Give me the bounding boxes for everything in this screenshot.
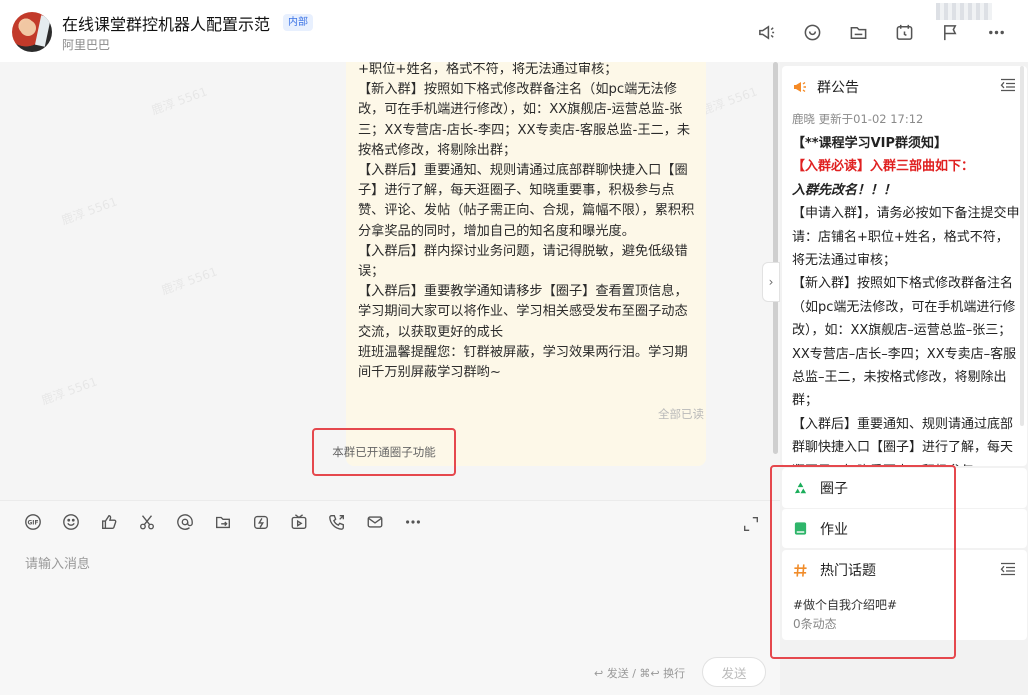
- mail-icon[interactable]: [365, 512, 385, 532]
- expand-icon[interactable]: [741, 514, 761, 534]
- chevron-right-icon: ›: [768, 275, 774, 289]
- watermark: 鹿淳 5561: [699, 84, 760, 118]
- homework-label: 作业: [820, 521, 848, 538]
- topic-count: 0条动态: [793, 617, 837, 631]
- phone-icon[interactable]: [327, 512, 347, 532]
- chat-bubble-icon[interactable]: [802, 22, 822, 42]
- circle-label: 圈子: [820, 481, 848, 497]
- announcement-icon[interactable]: [756, 22, 776, 42]
- input-area: GIF 请输入消息 ↩ 发送 / ⌘↩ 换行 发送: [0, 500, 780, 695]
- send-hint: ↩ 发送 / ⌘↩ 换行: [594, 667, 686, 680]
- folder-icon[interactable]: [848, 22, 868, 42]
- forward-icon[interactable]: [213, 512, 233, 532]
- more-icon[interactable]: [986, 22, 1006, 42]
- announcement-meta: 鹿晓 更新于01-02 17:12: [792, 112, 924, 126]
- message-line: 【入群后】重要通知、规则请通过底部群聊快捷入口【圈子】进行了解，每天逛圈子、知晓…: [358, 163, 695, 239]
- hot-topics-header: 热门话题: [793, 560, 876, 580]
- announcement-heading: 【**课程学习VIP群须知】: [792, 136, 948, 151]
- watermark: 鹿淳 5561: [59, 194, 120, 228]
- announcement-scrollbar[interactable]: [1020, 66, 1024, 426]
- video-icon[interactable]: [289, 512, 309, 532]
- chat-header: 在线课堂群控机器人配置示范 内部 阿里巴巴: [0, 0, 1028, 62]
- organization-name: 阿里巴巴: [62, 38, 111, 52]
- homework-book-icon: [794, 522, 807, 535]
- announcement-emphasis: 入群先改名！！！: [792, 182, 897, 198]
- list-menu-icon[interactable]: [1000, 78, 1016, 92]
- hot-topics-card[interactable]: 热门话题 #做个自我介绍吧# 0条动态: [782, 550, 1027, 640]
- announcement-body: 【**课程学习VIP群须知】 【入群必读】入群三部曲如下： 入群先改名！！！ 【…: [792, 132, 1020, 466]
- system-notice: 本群已开通圈子功能: [312, 428, 456, 476]
- watermark: 鹿淳 5561: [39, 374, 100, 408]
- message-list[interactable]: 鹿淳 5561 鹿淳 5561 鹿淳 5561 鹿淳 5561 鹿淳 5561 …: [0, 62, 772, 500]
- message-input[interactable]: 请输入消息: [25, 553, 90, 572]
- recycle-icon: [794, 481, 807, 493]
- redacted-region: [936, 3, 992, 20]
- message-bubble[interactable]: +职位+姓名，格式不符，将无法通过审核； 【新入群】按照如下格式修改群备注名（如…: [346, 62, 706, 466]
- homework-entry[interactable]: 作业: [782, 508, 1027, 548]
- announcement-title: 群公告: [817, 80, 859, 96]
- watermark: 鹿淳 5561: [159, 264, 220, 298]
- watermark: 鹿淳 5561: [149, 84, 210, 118]
- group-avatar[interactable]: [12, 12, 52, 52]
- circle-entry[interactable]: 圈子: [782, 468, 1027, 508]
- thumbs-up-icon[interactable]: [99, 512, 119, 532]
- list-menu-icon[interactable]: [1000, 562, 1016, 576]
- hashtag-icon: [793, 563, 807, 577]
- message-line: +职位+姓名，格式不符，将无法通过审核；: [358, 62, 618, 77]
- announcement-text: 【申请入群】，请务必按如下备注提交申请：店铺名+职位+姓名，格式不符，将无法通过…: [792, 206, 1020, 466]
- collapse-panel-button[interactable]: ›: [762, 262, 780, 302]
- scissors-icon[interactable]: [137, 512, 157, 532]
- read-status[interactable]: 全部已读: [658, 406, 704, 422]
- send-button[interactable]: 发送: [702, 657, 766, 687]
- message-line: 【新入群】按照如下格式修改群备注名（如pc端无法修改，可在手机端进行修改），如：…: [358, 82, 691, 158]
- announcement-highlight: 【入群必读】入群三部曲如下：: [792, 159, 975, 175]
- svg-text:GIF: GIF: [28, 521, 39, 527]
- group-announcement[interactable]: 群公告 鹿晓 更新于01-02 17:12 【**课程学习VIP群须知】 【入群…: [782, 66, 1027, 466]
- emoji-icon[interactable]: [61, 512, 81, 532]
- group-title[interactable]: 在线课堂群控机器人配置示范: [62, 11, 270, 35]
- hot-topics-label: 热门话题: [820, 563, 876, 579]
- scrollbar-thumb[interactable]: [773, 62, 778, 454]
- flag-icon[interactable]: [940, 22, 960, 42]
- calendar-icon[interactable]: [894, 22, 914, 42]
- announcement-header: 群公告: [792, 77, 859, 97]
- message-line: 【入群后】重要教学通知请移步【圈子】查看置顶信息，学习期间大家可以将作业、学习相…: [358, 284, 688, 340]
- system-notice-text: 本群已开通圈子功能: [332, 445, 436, 459]
- mention-icon[interactable]: [175, 512, 195, 532]
- megaphone-icon: [794, 81, 806, 93]
- internal-badge: 内部: [283, 14, 313, 31]
- more-tools-icon[interactable]: [403, 512, 423, 532]
- gif-icon[interactable]: GIF: [23, 512, 43, 532]
- message-line: 班班温馨提醒您：钉群被屏蔽，学习效果两行泪。学习期间千万别屏蔽学习群哟~: [358, 344, 688, 381]
- flash-icon[interactable]: [251, 512, 271, 532]
- topic-tag[interactable]: #做个自我介绍吧#: [793, 596, 897, 613]
- message-line: 【入群后】群内探讨业务问题，请记得脱敏，避免低级错误；: [358, 243, 688, 280]
